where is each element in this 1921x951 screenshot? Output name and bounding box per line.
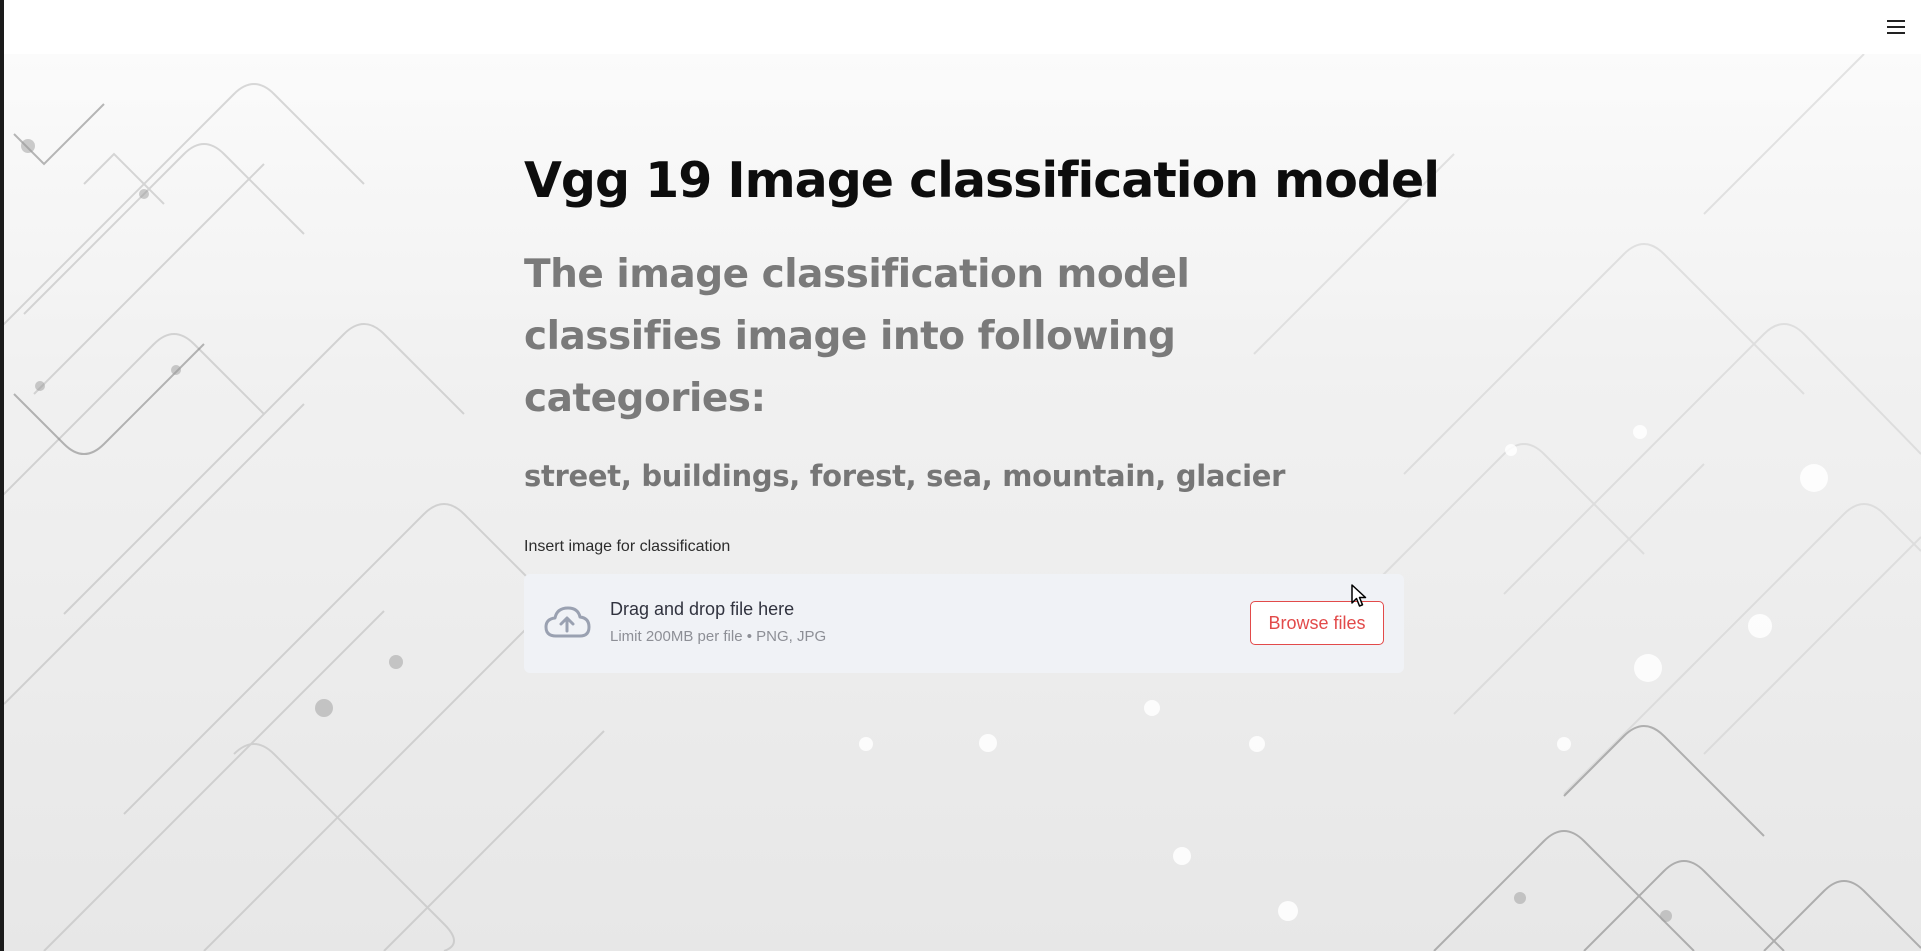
dropzone-instructions: Drag and drop file here Limit 200MB per … [610,596,826,648]
cloud-upload-icon [544,606,591,638]
hamburger-menu-button[interactable] [1881,12,1911,42]
hamburger-menu-icon [1887,20,1905,34]
categories-list: street, buildings, forest, sea, mountain… [524,459,1286,493]
file-dropzone[interactable]: Drag and drop file here Limit 200MB per … [524,574,1404,673]
page-subtitle: The image classification model classifie… [524,252,1190,421]
browse-files-button[interactable]: Browse files [1250,601,1384,645]
file-uploader-label: Insert image for classification [524,538,731,555]
main-content: Vgg 19 Image classification model The im… [524,140,1440,673]
drag-drop-text: Drag and drop file here [610,599,795,619]
page-title: Vgg 19 Image classification model [524,152,1440,209]
file-limit-text: Limit 200MB per file • PNG, JPG [610,628,827,645]
app-page: Vgg 19 Image classification model The im… [0,0,1921,951]
top-bar [4,0,1921,54]
